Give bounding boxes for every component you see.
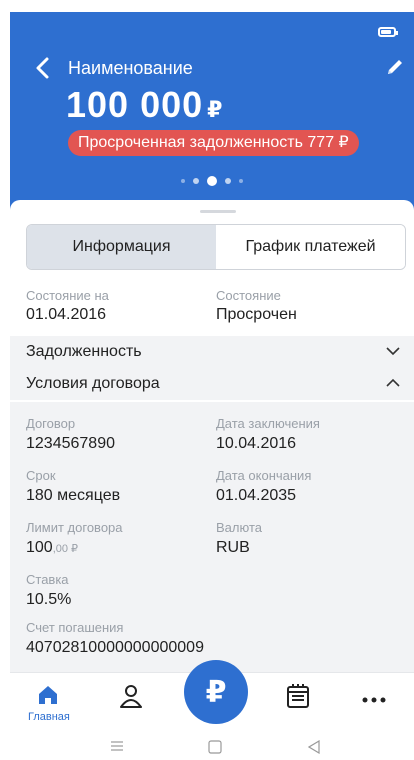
term-value: 180 месяцев <box>26 487 121 504</box>
contract-value: 1234567890 <box>26 435 115 452</box>
back-arrow-icon[interactable] <box>34 56 52 80</box>
page-dot <box>193 178 199 184</box>
nav-calendar[interactable] <box>286 683 310 714</box>
status-date-value: 01.04.2016 <box>26 306 107 323</box>
terms-section-header[interactable]: Условия договора <box>10 368 414 400</box>
account-value: 40702810000000000009 <box>26 639 204 656</box>
page-dot <box>225 178 231 184</box>
currency-label: Валюта <box>216 520 262 535</box>
page-title: Наименование <box>68 58 193 78</box>
account-label: Счет погашения <box>26 620 124 635</box>
rate-label: Ставка <box>26 572 69 587</box>
rate-value: 10.5% <box>26 591 72 608</box>
terms-section-title: Условия договора <box>26 375 160 392</box>
status-date-label: Состояние на <box>26 288 109 303</box>
profile-icon <box>120 685 142 708</box>
nav-profile[interactable] <box>118 683 144 714</box>
limit-fraction: ,00 ₽ <box>52 543 79 555</box>
page-dot <box>239 179 243 183</box>
limit-value: 100,00 ₽ <box>26 539 78 557</box>
balance-value: 100 000 <box>66 84 204 125</box>
debt-section-header[interactable]: Задолженность <box>10 336 414 368</box>
chevron-down-icon <box>386 347 400 356</box>
tab-payment-schedule[interactable]: График платежей <box>216 225 405 269</box>
tab-info[interactable]: Информация <box>27 225 216 269</box>
nav-home-label: Главная <box>28 711 70 723</box>
limit-integer: 100 <box>26 539 53 556</box>
menu-icon[interactable] <box>110 740 124 752</box>
overdue-badge: Просроченная задолженность 777 ₽ <box>68 130 359 156</box>
page-dot <box>181 179 185 183</box>
details-sheet: Информация График платежей Состояние на … <box>10 200 414 672</box>
home-icon <box>39 686 57 704</box>
nav-more[interactable] <box>362 691 386 709</box>
contract-label: Договор <box>26 416 76 431</box>
drag-handle[interactable] <box>200 210 236 213</box>
account-header: Наименование 100 000 ₽ Просроченная задол… <box>10 12 414 222</box>
term-label: Срок <box>26 468 56 483</box>
battery-icon <box>378 27 398 37</box>
ruble-icon: ₽ <box>205 675 227 709</box>
page-indicator <box>10 176 414 186</box>
terms-details: Договор 1234567890 Дата заключения 10.04… <box>10 402 414 672</box>
balance-amount: 100 000 ₽ <box>66 84 223 126</box>
limit-label: Лимит договора <box>26 520 123 535</box>
sign-date-label: Дата заключения <box>216 416 320 431</box>
end-date-label: Дата окончания <box>216 468 312 483</box>
debt-section-title: Задолженность <box>26 343 142 360</box>
back-triangle-icon[interactable] <box>308 740 320 754</box>
system-nav-bar <box>10 730 414 760</box>
end-date-value: 01.04.2035 <box>216 487 297 504</box>
sign-date-value: 10.04.2016 <box>216 435 297 452</box>
status-label: Состояние <box>216 288 281 303</box>
ruble-fab-button[interactable]: ₽ <box>184 660 248 724</box>
currency-symbol: ₽ <box>207 97 224 122</box>
status-value: Просрочен <box>216 306 297 323</box>
home-square-icon[interactable] <box>208 740 222 754</box>
currency-value: RUB <box>216 539 250 556</box>
more-icon <box>362 697 386 703</box>
chevron-up-icon <box>386 378 400 387</box>
page-dot-active <box>207 176 217 186</box>
tab-switcher: Информация График платежей <box>26 224 406 270</box>
edit-icon[interactable] <box>384 56 406 78</box>
calendar-icon <box>287 684 309 708</box>
